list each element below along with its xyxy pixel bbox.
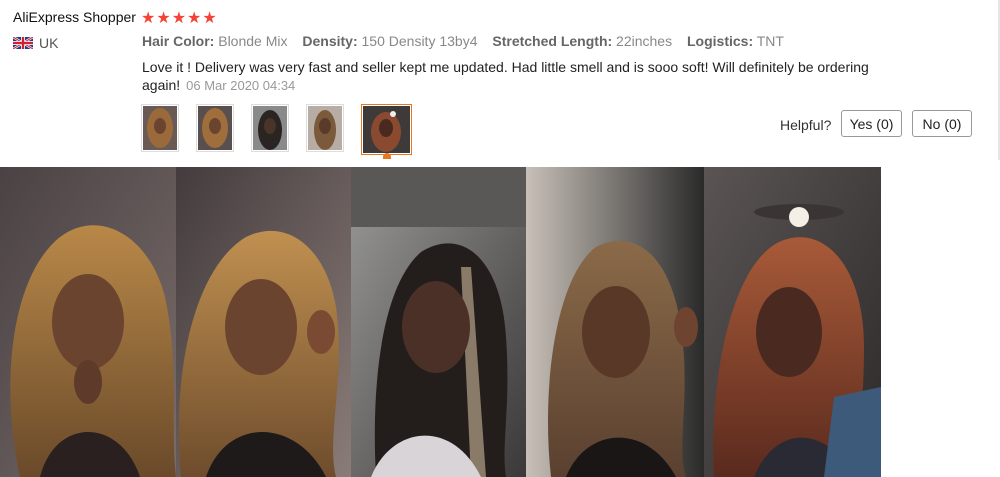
review-photo[interactable] (351, 167, 526, 477)
helpful-no-button[interactable]: No (0) (912, 110, 972, 137)
review-photo[interactable] (0, 167, 176, 477)
thumbnail-photo (143, 106, 177, 150)
review-thumbnail[interactable] (141, 104, 179, 152)
review-card: AliExpress Shopper ★★★★★ UK Hair Color: … (0, 0, 1000, 160)
photo-image (351, 167, 526, 477)
photo-image (526, 167, 704, 477)
photo-image (0, 167, 176, 477)
purchase-attributes: Hair Color: Blonde Mix Density: 150 Dens… (142, 33, 795, 49)
attr-hair-color: Hair Color: Blonde Mix (142, 33, 288, 49)
thumbnail-photo (363, 106, 410, 153)
star-rating: ★★★★★ (141, 10, 218, 27)
review-photo[interactable] (704, 167, 881, 477)
helpful-yes-button[interactable]: Yes (0) (841, 110, 902, 137)
review-photo[interactable] (526, 167, 704, 477)
thumbnail-photo (198, 106, 232, 150)
review-photo-gallery (0, 167, 881, 477)
thumbnail-photo (253, 106, 287, 150)
photo-image (704, 167, 881, 477)
attr-logistics: Logistics: TNT (686, 33, 784, 49)
review-thumbnail[interactable] (251, 104, 289, 152)
reviewer-name: AliExpress Shopper (13, 9, 136, 25)
review-thumbnail[interactable] (306, 104, 344, 152)
review-thumbnail-selected[interactable] (361, 104, 412, 159)
attr-density: Density: 150 Density 13by4 (302, 33, 478, 49)
photo-image (176, 167, 351, 477)
helpful-label: Helpful? (780, 117, 832, 133)
attr-stretched-length: Stretched Length: 22inches (492, 33, 673, 49)
selected-indicator (382, 153, 391, 159)
review-thumbnails (141, 104, 412, 159)
country-label: UK (39, 35, 59, 51)
reviewer-country: UK (13, 35, 58, 51)
review-date: 06 Mar 2020 04:34 (186, 78, 296, 93)
review-text: Love it ! Delivery was very fast and sel… (142, 58, 882, 95)
thumbnail-photo (308, 106, 342, 150)
review-thumbnail[interactable] (196, 104, 234, 152)
review-photo[interactable] (176, 167, 351, 477)
uk-flag-icon (13, 37, 33, 49)
